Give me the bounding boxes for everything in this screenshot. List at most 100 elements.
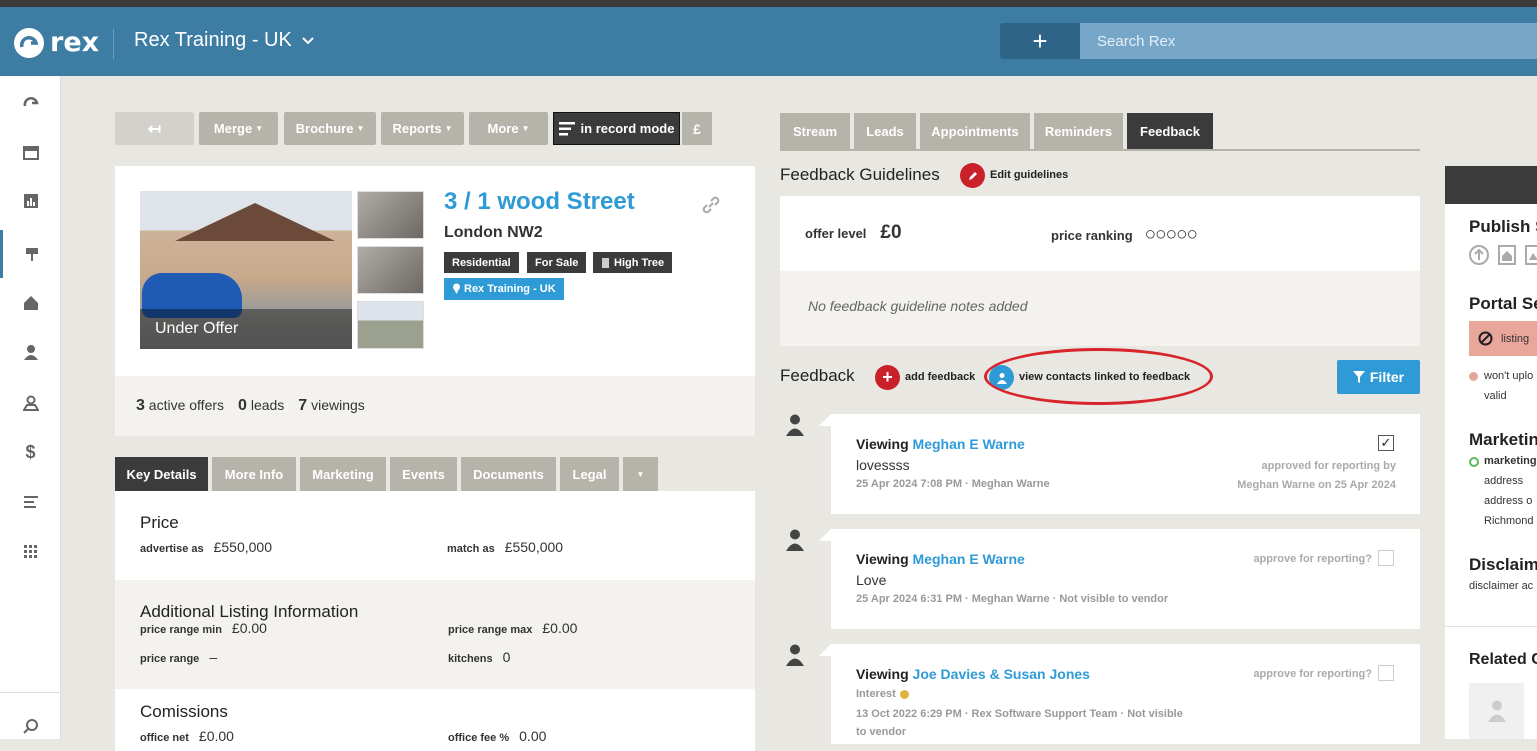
main-photo[interactable]: Under Offer (140, 191, 352, 349)
calendar-icon[interactable] (0, 128, 61, 176)
tab-more-info[interactable]: More Info (212, 457, 296, 491)
kitchens-field: kitchens 0 (448, 649, 510, 665)
office-fee-field: office fee % 0.00 (448, 728, 546, 744)
key-details-panel: Price advertise as £550,000 match as £550,… (115, 491, 755, 751)
caret-down-icon: ▼ (356, 124, 365, 133)
pound-button[interactable]: £ (682, 112, 712, 145)
user-avatar-icon (786, 644, 806, 668)
guidelines-notes: No feedback guideline notes added (780, 271, 1420, 346)
feedback-contact-link[interactable]: Meghan E Warne (913, 551, 1025, 567)
viewings-stat[interactable]: 7 viewings (298, 397, 365, 415)
guidelines-card: offer level £0 price ranking ○○○○○ No feed… (780, 196, 1420, 346)
offer-level-label: offer level (805, 226, 867, 241)
caret-down-icon: ▼ (255, 124, 264, 133)
feedback-meta: 25 Apr 2024 6:31 PM · Meghan Warne · Not… (856, 593, 1169, 605)
approve-checkbox[interactable]: ✓ (1378, 435, 1394, 451)
tab-feedback[interactable]: Feedback (1127, 113, 1213, 150)
photo-thumbnail[interactable] (357, 301, 424, 349)
publish-icons (1469, 245, 1537, 265)
pencil-icon[interactable] (960, 163, 985, 188)
tab-legal[interactable]: Legal (560, 457, 619, 491)
price-range-value: – (209, 649, 218, 665)
tab-marketing[interactable]: Marketing (300, 457, 386, 491)
tab-documents[interactable]: Documents (461, 457, 556, 491)
account-switcher[interactable]: Rex Training - UK (134, 29, 314, 52)
right-panel-header (1445, 166, 1537, 204)
tab-events[interactable]: Events (390, 457, 457, 491)
image-icon[interactable] (1525, 245, 1537, 265)
map-icon[interactable] (0, 379, 61, 427)
brochure-button[interactable]: Brochure ▼ (284, 112, 376, 145)
edit-guidelines-link[interactable]: Edit guidelines (990, 169, 1068, 181)
approve-checkbox[interactable] (1378, 550, 1394, 566)
tab-leads[interactable]: Leads (854, 113, 916, 150)
viewings-label: viewings (311, 397, 365, 413)
photo-thumbnail[interactable] (357, 191, 424, 239)
plus-icon[interactable]: + (875, 365, 900, 390)
add-button[interactable]: + (1000, 23, 1080, 59)
link-icon[interactable] (700, 194, 722, 222)
commissions-heading: Comissions (140, 702, 228, 721)
contacts-icon[interactable] (0, 328, 61, 376)
price-range-max-field: price range max £0.00 (448, 620, 577, 636)
active-offers-stat[interactable]: 3 active offers (136, 397, 224, 415)
back-button[interactable]: ↤ (115, 112, 194, 145)
tab-reminders[interactable]: Reminders (1034, 113, 1123, 150)
feedback-meta: 13 Oct 2022 6:29 PM · Rex Software Suppo… (856, 706, 1183, 741)
record-mode-button[interactable]: in record mode (553, 112, 680, 145)
publish-heading: Publish S (1469, 217, 1537, 236)
reports-button[interactable]: Reports ▼ (381, 112, 464, 145)
office-tag: Rex Training - UK (444, 278, 564, 300)
tab-appointments[interactable]: Appointments (920, 113, 1030, 150)
right-side-panel: Publish S Portal Se listing won't uplo v… (1445, 166, 1537, 739)
wont-upload-text: won't uplo (1484, 370, 1534, 382)
additional-info-section: Additional Listing Information price ran… (115, 580, 755, 689)
menu-lines-icon (558, 121, 575, 135)
feedback-contact-link[interactable]: Joe Davies & Susan Jones (913, 666, 1090, 682)
price-ranking-circles[interactable]: ○○○○○ (1145, 224, 1198, 246)
reports-icon[interactable] (0, 177, 61, 225)
search-icon[interactable] (0, 711, 61, 741)
brochure-label: Brochure (295, 121, 354, 136)
approve-label: approve for reporting? (1253, 668, 1372, 680)
related-contact-avatar[interactable] (1469, 683, 1524, 739)
upload-icon[interactable] (1469, 245, 1489, 265)
leads-stat[interactable]: 0 leads (238, 397, 284, 415)
feedback-type: Viewing (856, 551, 909, 567)
account-name: Rex Training - UK (134, 29, 292, 51)
pin-icon (453, 283, 460, 294)
photo-thumbnail[interactable] (357, 246, 424, 294)
lists-icon[interactable] (0, 478, 61, 526)
apps-icon[interactable] (0, 528, 61, 576)
approve-checkbox[interactable] (1378, 665, 1394, 681)
interest-label: Interest (856, 688, 896, 700)
house-icon[interactable] (1498, 245, 1516, 265)
highlight-annotation (984, 348, 1213, 405)
tab-stream[interactable]: Stream (780, 113, 850, 150)
search-input[interactable] (1080, 23, 1537, 59)
merge-button[interactable]: Merge ▼ (199, 112, 278, 145)
listings-icon[interactable] (0, 230, 61, 278)
price-range-label: price range (140, 653, 200, 665)
office-fee-value: 0.00 (519, 728, 547, 744)
tab-key-details[interactable]: Key Details (115, 457, 208, 491)
price-range-field: price range – (140, 649, 217, 665)
portal-heading: Portal Se (1469, 294, 1537, 313)
finance-icon[interactable]: $ (0, 428, 61, 476)
tag-for-sale: For Sale (527, 252, 587, 273)
dashboard-icon[interactable] (0, 79, 61, 127)
price-section: Price advertise as £550,000 match as £550,… (115, 491, 755, 580)
tabs-more-dropdown[interactable]: ▼ (623, 457, 658, 491)
more-label: More (487, 121, 519, 136)
status-dot-icon (1469, 372, 1478, 381)
rex-logo[interactable]: rex (14, 27, 99, 58)
logo-text: rex (50, 27, 100, 58)
feedback-contact-link[interactable]: Meghan E Warne (913, 436, 1025, 452)
more-button[interactable]: More ▼ (469, 112, 548, 145)
properties-icon[interactable] (0, 279, 61, 327)
listing-card: Under Offer 3 / 1 wood Street London NW2… (115, 166, 755, 436)
listing-title[interactable]: 3 / 1 wood Street (444, 188, 635, 216)
additional-info-heading: Additional Listing Information (140, 602, 359, 621)
filter-button[interactable]: Filter (1337, 360, 1420, 394)
add-feedback-link[interactable]: add feedback (905, 371, 975, 383)
